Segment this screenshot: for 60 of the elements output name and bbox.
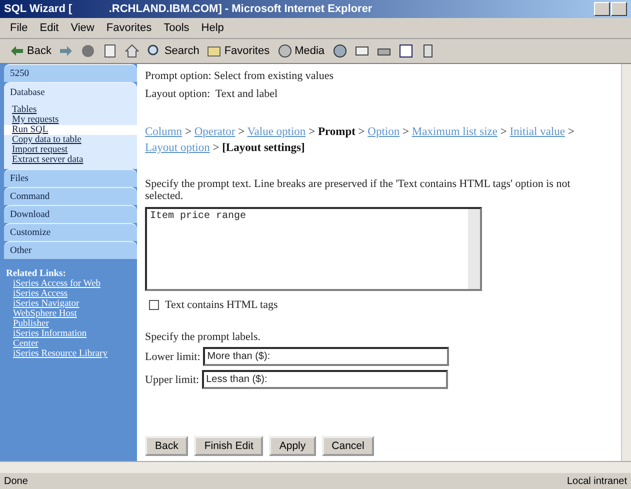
scrollbar[interactable] <box>468 209 480 289</box>
prompt-text-area[interactable]: Item price range <box>145 207 482 291</box>
zone-text: Local intranet <box>566 476 627 486</box>
sidebar-tab[interactable]: Database <box>4 82 137 103</box>
sidebar-link[interactable]: Extract server data <box>4 155 137 165</box>
toolbar-button-label[interactable]: Favorites <box>224 45 270 57</box>
horizontal-scrollbar[interactable] <box>0 461 631 473</box>
separator-text: > <box>568 126 574 138</box>
form-button[interactable]: Finish Edit <box>194 436 264 456</box>
sidebar-link[interactable]: Run SQL <box>4 125 137 135</box>
maximize-button[interactable] <box>611 2 627 16</box>
sidebar-tab[interactable]: 5250 <box>4 64 137 82</box>
status-text: Done <box>4 476 28 486</box>
sidebar-link[interactable]: Copy data to table <box>4 135 137 145</box>
toolbar-button-label[interactable]: Search <box>164 45 200 57</box>
menu-item[interactable]: File <box>10 22 28 34</box>
sidebar-tab[interactable]: Files <box>4 169 137 187</box>
minimize-button[interactable] <box>594 2 610 16</box>
sidebar-tab[interactable]: Other <box>4 241 137 259</box>
summary-text: Prompt option: Select from existing values <box>145 70 335 82</box>
sidebar-link[interactable]: Import request <box>4 145 137 155</box>
back-arrow-icon[interactable] <box>10 44 24 58</box>
checkbox-label: Text contains HTML tags <box>165 299 278 311</box>
menu-item[interactable]: Help <box>201 22 224 34</box>
breadcrumb-current: Prompt <box>318 126 356 138</box>
field-label: Upper limit: <box>145 374 200 386</box>
separator-text: > <box>358 126 365 138</box>
checkbox[interactable] <box>149 300 159 310</box>
separator-text: > <box>402 126 409 138</box>
breadcrumb-current: [Layout settings] <box>222 142 305 154</box>
menu-item[interactable]: Tools <box>164 22 190 34</box>
form-button[interactable]: Back <box>145 436 188 456</box>
summary-text: Layout option: Text and label <box>145 88 279 100</box>
instructions-text: Specify the prompt text. Line breaks are preserved if the 'Text contains HTML tags' option is not selected. <box>145 178 572 202</box>
sidebar-link[interactable]: My requests <box>4 115 137 125</box>
input-field[interactable]: More than ($): <box>203 347 450 366</box>
separator-text: > <box>500 126 507 138</box>
form-button[interactable]: Cancel <box>322 436 374 456</box>
sidebar-link[interactable]: Tables <box>4 105 137 115</box>
separator-text: > <box>238 126 245 138</box>
home-icon[interactable] <box>125 44 140 58</box>
sidebar-tab[interactable]: Download <box>4 205 137 223</box>
form-button[interactable]: Apply <box>269 436 316 456</box>
document-icon[interactable] <box>420 44 435 58</box>
separator-text: > <box>212 142 220 154</box>
window-title: SQL Wizard [ .RCHLAND.IBM.COM] - Microsoft Internet Explorer <box>4 3 374 15</box>
toolbar-button-label[interactable]: Media <box>294 45 325 57</box>
sidebar-tab[interactable]: Command <box>4 187 137 205</box>
related-links-title: Related Links: <box>6 269 67 279</box>
menu-item[interactable]: Edit <box>40 22 59 34</box>
menu-item[interactable]: Favorites <box>106 22 152 34</box>
toolbar-button-label[interactable]: Back <box>27 45 52 57</box>
sidebar-tab[interactable]: Customize <box>4 223 137 241</box>
field-label: Lower limit: <box>145 350 200 362</box>
menu-item[interactable]: View <box>70 22 94 34</box>
separator-text: > <box>184 126 192 138</box>
vertical-scrollbar[interactable] <box>621 64 631 461</box>
input-field[interactable]: Less than ($): <box>202 370 448 389</box>
instructions-text: Specify the prompt labels. <box>145 331 262 343</box>
separator-text: > <box>308 126 316 138</box>
